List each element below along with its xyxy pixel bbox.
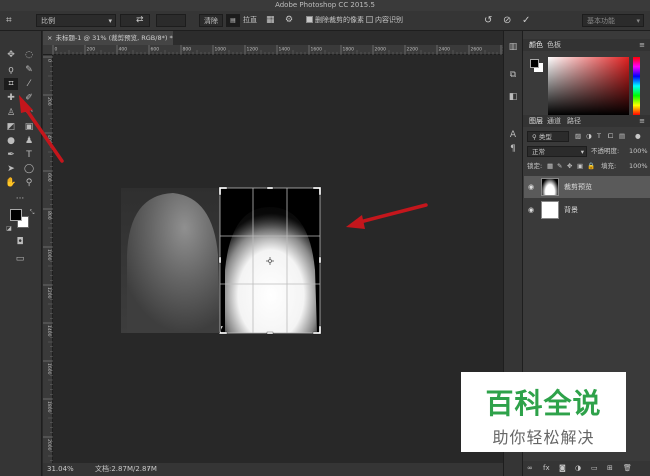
panel-menu-icon[interactable]: ≡ xyxy=(635,39,649,51)
filter-type-icon[interactable]: T xyxy=(597,130,601,143)
adjustments-panel-icon[interactable]: ◧ xyxy=(506,91,520,103)
properties-panel-icon[interactable]: ⧉ xyxy=(506,69,520,81)
filter-toggle-icon[interactable]: ● xyxy=(635,130,641,143)
chevron-right-icon[interactable]: › xyxy=(147,463,150,476)
layer-filter-value: 类型 xyxy=(538,133,552,141)
history-panel-icon[interactable]: ▥ xyxy=(506,41,520,53)
chevron-down-icon: ▾ xyxy=(580,148,584,156)
filter-shape-icon[interactable]: ⧠ xyxy=(608,130,613,143)
filter-adjustment-icon[interactable]: ◑ xyxy=(586,130,592,143)
filter-smart-icon[interactable]: ▤ xyxy=(619,130,625,143)
panel-menu-icon[interactable]: ≡ xyxy=(635,115,649,127)
layers-panel-tabs: 图层 通道 路径 ≡ xyxy=(523,115,650,127)
layer-style-icon[interactable]: fx xyxy=(543,464,550,472)
tab-paths[interactable]: 路径 xyxy=(563,115,585,127)
blend-mode-value: 正常 xyxy=(532,148,545,156)
link-layers-icon[interactable]: ∞ xyxy=(527,464,533,472)
watermark-logo: 百科全说 助你轻松解决 xyxy=(461,372,626,452)
layer-filter-select[interactable]: ⚲ 类型 xyxy=(527,131,569,142)
new-adjustment-icon[interactable]: ◑ xyxy=(575,464,581,472)
hue-slider[interactable] xyxy=(633,57,640,115)
layer-thumbnail xyxy=(541,178,559,196)
layer-filter-row: ⚲ 类型 ▨ ◑ T ⧠ ▤ ● xyxy=(525,130,649,143)
lock-pixels-icon[interactable]: ▦ xyxy=(547,160,553,173)
layer-row[interactable]: ◉ 裁剪预览 xyxy=(524,176,650,198)
layer-row[interactable]: ◉ 背景 xyxy=(524,199,650,221)
add-mask-icon[interactable]: ◙ xyxy=(559,464,566,472)
color-spectrum-field[interactable] xyxy=(548,57,629,115)
new-group-icon[interactable]: ▭ xyxy=(591,464,598,472)
fill-label: 填充: xyxy=(601,162,617,170)
blend-mode-select[interactable]: 正常 ▾ xyxy=(527,146,587,157)
layer-name: 背景 xyxy=(564,206,578,214)
layer-name: 裁剪预览 xyxy=(564,183,592,191)
status-bar: 31.04% 文档:2.87M/2.87M › xyxy=(43,463,503,476)
filter-pixel-icon[interactable]: ▨ xyxy=(575,130,581,143)
fill-value[interactable]: 100% xyxy=(629,160,648,173)
layer-thumbnail xyxy=(541,201,559,219)
lock-artboard-icon[interactable]: ▣ xyxy=(577,160,583,173)
lock-all-icon[interactable]: 🔒 xyxy=(587,160,595,173)
lock-row: 锁定: ▦ ✎ ✥ ▣ 🔒 填充: 100% xyxy=(525,160,649,173)
color-panel-foreground-swatch[interactable] xyxy=(530,59,539,68)
paragraph-panel-icon[interactable]: ¶ xyxy=(506,143,520,155)
blend-row: 正常 ▾ 不透明度: 100% xyxy=(525,145,649,158)
lock-paint-icon[interactable]: ✎ xyxy=(557,160,562,173)
opacity-value[interactable]: 100% xyxy=(629,145,648,158)
lock-position-icon[interactable]: ✥ xyxy=(567,160,572,173)
tab-channels[interactable]: 通道 xyxy=(543,115,565,127)
trash-icon[interactable]: 🗑 xyxy=(623,464,632,472)
lock-label: 锁定: xyxy=(527,162,543,170)
zoom-level[interactable]: 31.04% xyxy=(47,463,74,476)
foreground-color-swatch[interactable] xyxy=(10,209,22,221)
character-panel-icon[interactable]: A xyxy=(506,129,520,141)
layers-panel-footer: ∞ fx ◙ ◑ ▭ ⊞ 🗑 xyxy=(523,461,650,476)
watermark-subtitle: 助你轻松解决 xyxy=(492,428,595,447)
tab-swatches[interactable]: 色板 xyxy=(543,39,565,51)
color-panel-tabs: 颜色 色板 ≡ xyxy=(523,39,650,51)
search-icon: ⚲ xyxy=(532,133,537,141)
opacity-label: 不透明度: xyxy=(591,147,620,155)
arrow-to-crop-tool xyxy=(19,95,64,163)
watermark-title: 百科全说 xyxy=(485,387,602,420)
arrow-to-crop-grid xyxy=(346,203,428,229)
eye-icon[interactable]: ◉ xyxy=(528,183,536,191)
new-layer-icon[interactable]: ⊞ xyxy=(607,464,613,472)
eye-icon[interactable]: ◉ xyxy=(528,206,536,214)
